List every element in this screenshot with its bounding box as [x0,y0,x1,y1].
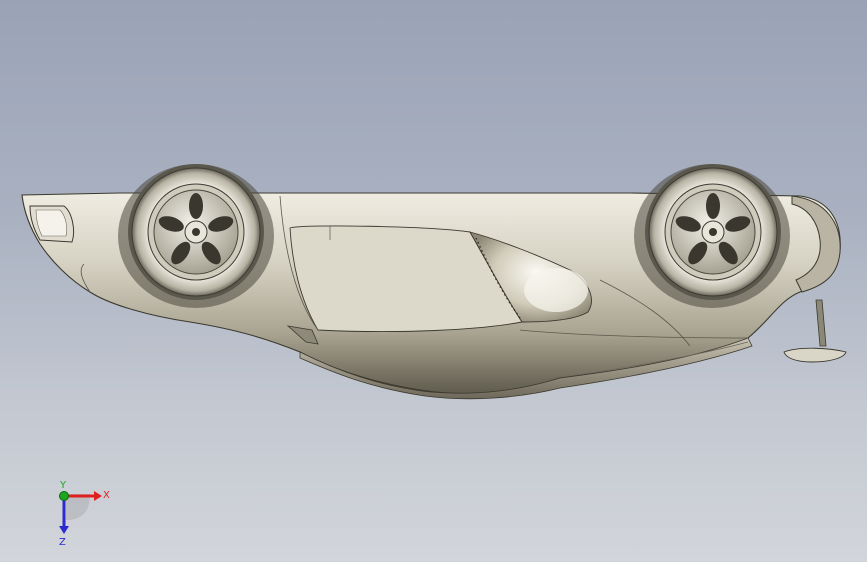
x-axis-label: X [103,490,110,501]
y-axis-label: Y [59,480,67,491]
car-model-upside-down[interactable] [0,0,867,562]
graphics-viewport[interactable]: X Y Z [0,0,867,562]
rear-wheel[interactable] [645,164,781,300]
orientation-triad[interactable]: X Y Z [44,480,116,550]
z-axis-label: Z [59,537,66,548]
front-wheel[interactable] [128,164,264,300]
y-axis-dot [59,491,69,501]
rear-wing [783,299,847,363]
